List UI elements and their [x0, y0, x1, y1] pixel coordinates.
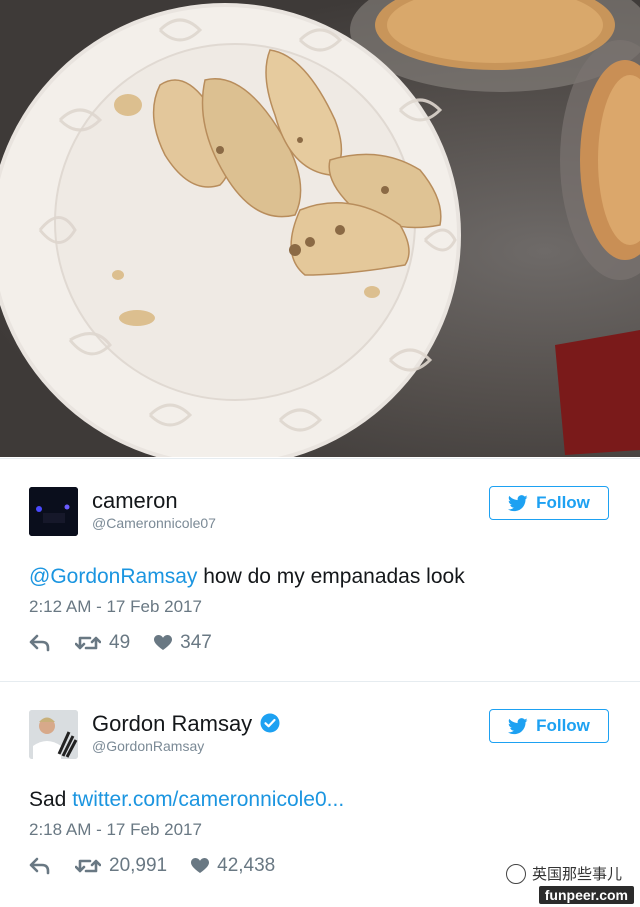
heart-icon — [154, 635, 173, 650]
reply-button[interactable] — [29, 634, 51, 652]
tweet-actions: 49 347 — [29, 631, 212, 655]
reply-button[interactable] — [29, 857, 51, 875]
retweet-button[interactable]: 49 — [75, 632, 130, 654]
reply-icon — [29, 857, 50, 875]
avatar[interactable] — [29, 487, 78, 536]
tweet-text: @GordonRamsay how do my empanadas look — [29, 565, 465, 589]
verified-badge-icon — [260, 713, 280, 733]
empanadas-photo — [0, 0, 640, 457]
wechat-watermark: 英国那些事儿 — [505, 863, 622, 884]
mention-link[interactable]: @GordonRamsay — [29, 565, 197, 588]
user-handle[interactable]: @Cameronnicole07 — [92, 515, 216, 531]
timestamp[interactable]: 2:12 AM - 17 Feb 2017 — [29, 597, 202, 617]
tweet-text: Sad twitter.com/cameronnicole0... — [29, 788, 344, 812]
like-count: 42,438 — [217, 855, 276, 876]
follow-label: Follow — [536, 493, 590, 512]
like-button[interactable]: 347 — [154, 632, 212, 654]
tweet-card-cameron: cameron @Cameronnicole07 Follow @GordonR… — [0, 458, 640, 681]
like-button[interactable]: 42,438 — [191, 855, 275, 877]
follow-button[interactable]: Follow — [489, 709, 609, 743]
retweet-icon — [75, 859, 101, 873]
twitter-bird-icon — [508, 494, 528, 511]
twitter-bird-icon — [508, 717, 528, 734]
like-count: 347 — [180, 632, 212, 653]
heart-icon — [191, 858, 210, 873]
wechat-account-name: 英国那些事儿 — [531, 865, 622, 883]
avatar[interactable] — [29, 710, 78, 759]
display-name-text: Gordon Ramsay — [92, 711, 253, 736]
site-watermark: funpeer.com — [538, 886, 634, 904]
reply-icon — [29, 634, 50, 652]
wechat-icon — [505, 863, 526, 884]
display-name[interactable]: cameron — [92, 488, 178, 514]
user-handle[interactable]: @GordonRamsay — [92, 738, 204, 754]
tweet-link[interactable]: twitter.com/cameronnicole0... — [72, 788, 344, 811]
photo-illustration — [0, 0, 640, 457]
follow-button[interactable]: Follow — [489, 486, 609, 520]
tweet-actions: 20,991 42,438 — [29, 854, 275, 878]
retweet-count: 49 — [109, 632, 131, 653]
retweet-button[interactable]: 20,991 — [75, 855, 167, 877]
timestamp[interactable]: 2:18 AM - 17 Feb 2017 — [29, 820, 202, 840]
display-name[interactable]: Gordon Ramsay — [92, 711, 280, 737]
follow-label: Follow — [536, 716, 590, 735]
retweet-icon — [75, 636, 101, 650]
tweet-body: how do my empanadas look — [197, 565, 465, 588]
retweet-count: 20,991 — [109, 855, 168, 876]
tweet-body: Sad — [29, 788, 73, 811]
